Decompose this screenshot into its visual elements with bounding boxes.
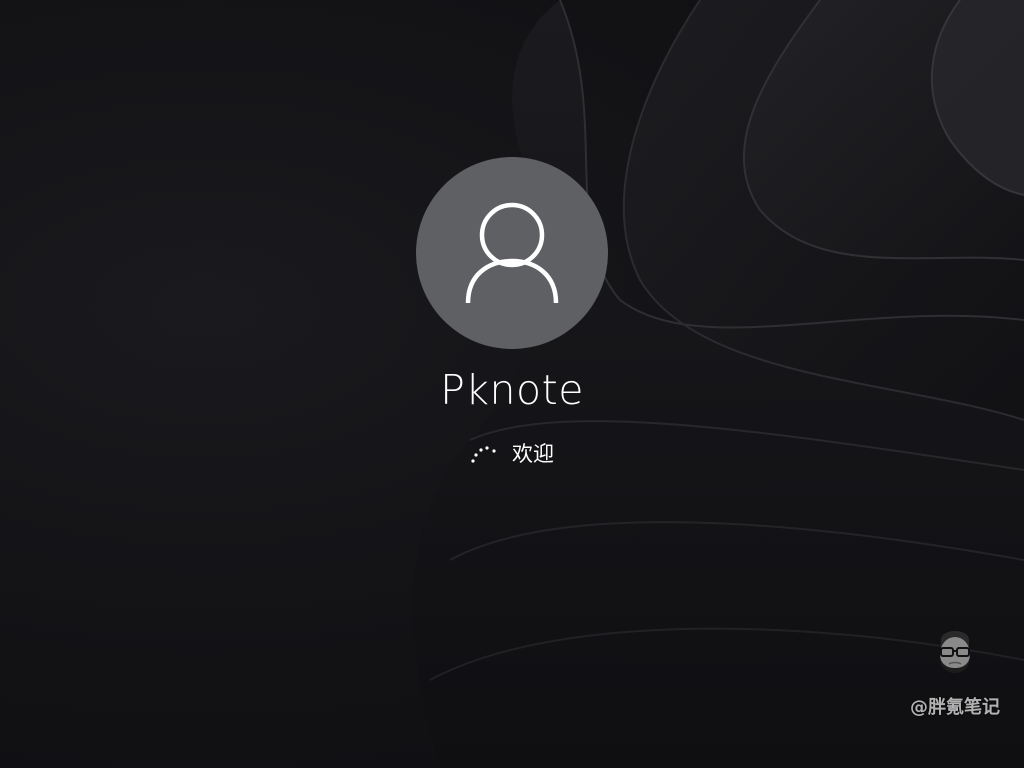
watermark-text: @胖氪笔记 bbox=[910, 697, 1000, 718]
bearded-face-logo bbox=[940, 631, 970, 673]
signin-status: 欢迎 bbox=[412, 436, 612, 472]
user-icon bbox=[465, 202, 559, 304]
status-text: 欢迎 bbox=[512, 442, 554, 466]
loading-spinner-icon bbox=[471, 446, 496, 463]
watermark: @胖氪笔记 bbox=[900, 624, 1010, 724]
lock-screen: Pknote 欢迎 @胖氪笔记 bbox=[0, 0, 1024, 768]
user-name: Pknote bbox=[440, 366, 584, 414]
user-avatar bbox=[416, 157, 608, 349]
